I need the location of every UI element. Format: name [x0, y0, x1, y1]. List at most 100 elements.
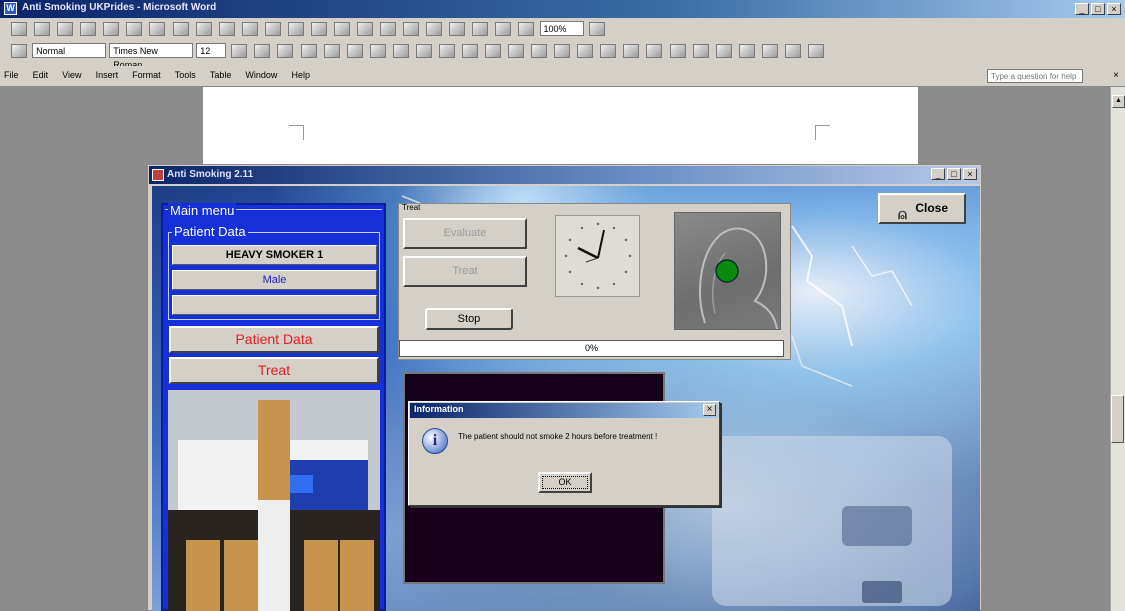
dialog-title-bar[interactable]: Information ×	[410, 403, 718, 418]
print-preview-icon[interactable]	[149, 22, 166, 36]
dialog-close-button[interactable]: ×	[703, 404, 716, 416]
border-icon[interactable]	[554, 44, 571, 58]
insert-table-icon[interactable]	[403, 22, 420, 36]
app-icon[interactable]	[152, 169, 164, 181]
font-size-combo[interactable]: 12	[196, 43, 227, 58]
patient-name-field[interactable]: HEAVY SMOKER 1	[172, 245, 377, 265]
open-folder-icon[interactable]	[34, 22, 51, 36]
bullets-icon[interactable]	[485, 44, 501, 58]
vertical-scrollbar[interactable]: ▲	[1110, 87, 1125, 611]
app-close-window-button[interactable]: ×	[963, 168, 977, 180]
outline-icon[interactable]	[646, 44, 663, 58]
maximize-button[interactable]: □	[1091, 3, 1105, 15]
decrease-indent-icon[interactable]	[508, 44, 525, 58]
rtl-icon[interactable]	[438, 44, 455, 58]
ltr-icon[interactable]	[415, 44, 432, 58]
email-icon[interactable]	[103, 22, 120, 36]
word-window-controls: _ □ ×	[1075, 3, 1121, 15]
new-document-icon[interactable]	[11, 22, 28, 36]
underline-icon[interactable]	[277, 44, 294, 58]
minimize-button[interactable]: _	[1075, 3, 1089, 15]
permission-icon[interactable]	[80, 22, 97, 36]
ask-question-input[interactable]: Type a question for help	[987, 69, 1083, 83]
treat-menu-button[interactable]: Treat	[169, 357, 379, 384]
menu-window[interactable]: Window	[245, 70, 277, 80]
increase-indent-icon[interactable]	[531, 44, 548, 58]
show-hide-icon[interactable]	[518, 22, 535, 36]
font-color-icon[interactable]	[600, 44, 617, 58]
move-up-icon[interactable]	[715, 44, 732, 58]
scrollbar-thumb[interactable]	[1111, 395, 1124, 443]
table-icon[interactable]	[784, 44, 801, 58]
patient-gender-field[interactable]: Male	[172, 270, 377, 290]
menu-insert[interactable]: Insert	[96, 70, 119, 80]
close-document-icon[interactable]: ×	[1113, 70, 1119, 81]
style-combo[interactable]: Normal	[32, 43, 107, 58]
menu-table[interactable]: Table	[210, 70, 232, 80]
redo-icon[interactable]	[333, 22, 350, 36]
styles-formatting-icon[interactable]	[11, 44, 28, 58]
close-window-button[interactable]: ×	[1107, 3, 1121, 15]
font-combo[interactable]: Times New Roman	[109, 43, 194, 70]
tables-borders-icon[interactable]	[380, 22, 397, 36]
columns-icon[interactable]	[449, 22, 466, 36]
patient-data-button[interactable]: Patient Data	[169, 326, 379, 353]
align-center-icon[interactable]	[323, 44, 340, 58]
app-minimize-button[interactable]: _	[931, 168, 945, 180]
treat-button[interactable]: Treat	[403, 256, 527, 287]
head-scan-image	[674, 212, 781, 330]
menu-help[interactable]: Help	[291, 70, 310, 80]
menu-format[interactable]: Format	[132, 70, 161, 80]
exit-door-icon: ⍝	[898, 206, 908, 223]
italic-icon[interactable]	[254, 44, 271, 58]
drawing-icon[interactable]	[472, 22, 489, 36]
close-button-label: Close	[915, 201, 948, 215]
align-left-icon[interactable]	[300, 44, 317, 58]
stop-button[interactable]: Stop	[425, 308, 513, 330]
menu-view[interactable]: View	[62, 70, 81, 80]
read-icon[interactable]	[588, 22, 605, 36]
menu-tools[interactable]: Tools	[175, 70, 196, 80]
app-window-controls: _ □ ×	[931, 168, 977, 180]
cigarettes-graphic	[168, 390, 380, 611]
cut-icon[interactable]	[218, 22, 235, 36]
copy-icon[interactable]	[241, 22, 258, 36]
close-button[interactable]: ⍝ Close	[878, 193, 966, 224]
line-spacing-icon[interactable]	[392, 44, 409, 58]
evaluate-button[interactable]: Evaluate	[403, 218, 527, 249]
print-icon[interactable]	[126, 22, 143, 36]
scroll-up-icon[interactable]: ▲	[1112, 95, 1125, 108]
document-map-icon[interactable]	[495, 22, 512, 36]
insert-picture-icon[interactable]	[623, 44, 640, 58]
insert-excel-icon[interactable]	[426, 22, 443, 36]
research-icon[interactable]	[195, 22, 212, 36]
align-right-icon[interactable]	[346, 44, 363, 58]
demote-icon[interactable]	[692, 44, 709, 58]
word-title: Anti Smoking UKPrides - Microsoft Word	[22, 2, 217, 13]
save-icon[interactable]	[57, 22, 74, 36]
word-title-bar[interactable]: W Anti Smoking UKPrides - Microsoft Word…	[0, 0, 1125, 18]
ok-button[interactable]: OK	[538, 472, 592, 493]
pencil-icon[interactable]	[807, 44, 824, 58]
patient-extra-field[interactable]	[172, 295, 377, 315]
format-painter-icon[interactable]	[287, 22, 304, 36]
undo-icon[interactable]	[310, 22, 327, 36]
zoom-combo[interactable]: 100%	[539, 21, 584, 36]
numbering-icon[interactable]	[461, 44, 478, 58]
menu-edit[interactable]: Edit	[33, 70, 49, 80]
spelling-icon[interactable]	[172, 22, 189, 36]
highlight-icon[interactable]	[577, 44, 594, 58]
bold-icon[interactable]	[231, 44, 248, 58]
toc-icon[interactable]	[761, 44, 778, 58]
promote-icon[interactable]	[669, 44, 686, 58]
clock	[555, 215, 640, 297]
paste-icon[interactable]	[264, 22, 281, 36]
app-maximize-button[interactable]: □	[947, 168, 961, 180]
justify-icon[interactable]	[369, 44, 386, 58]
app-title-bar[interactable]: Anti Smoking 2.11 _ □ ×	[149, 166, 980, 184]
word-app-icon[interactable]: W	[4, 2, 17, 15]
menu-file[interactable]: File	[4, 70, 19, 80]
hyperlink-icon[interactable]	[357, 22, 373, 36]
move-down-icon[interactable]	[738, 44, 755, 58]
dialog-message: The patient should not smoke 2 hours bef…	[458, 432, 658, 441]
